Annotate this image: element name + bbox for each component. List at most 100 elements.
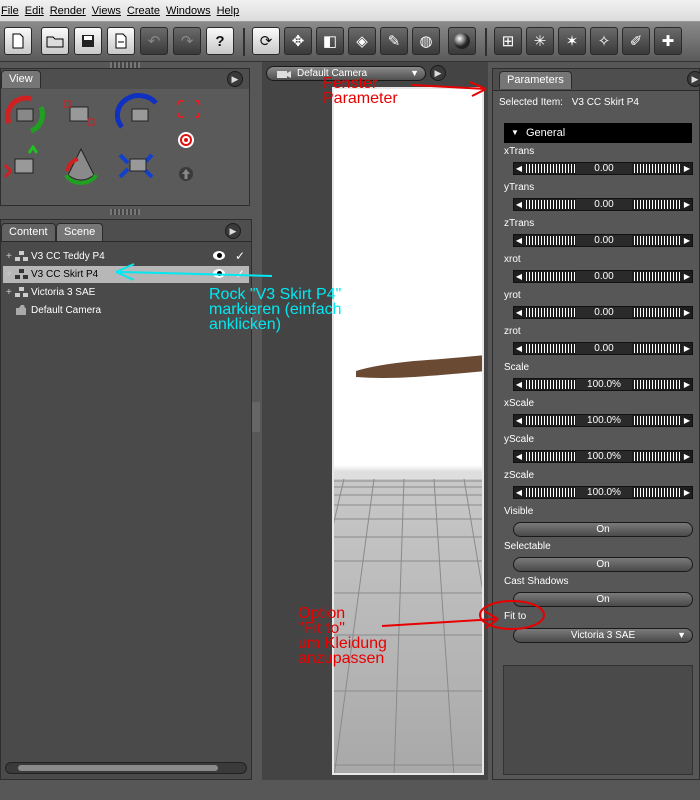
dial-right-arrow-icon[interactable]: ▶ <box>682 235 692 246</box>
add-brush-icon[interactable]: ✐ <box>622 27 650 55</box>
dial-right-arrow-icon[interactable]: ▶ <box>682 487 692 498</box>
parameter-dial[interactable]: ◀ 0.00 ▶ <box>513 234 693 247</box>
dial-value[interactable]: 0.00 <box>576 343 632 354</box>
expand-icon[interactable]: + <box>6 266 12 283</box>
dial-ticks[interactable] <box>526 236 578 245</box>
parameter-dial[interactable]: ◀ 0.00 ▶ <box>513 162 693 175</box>
dial-left-arrow-icon[interactable]: ◀ <box>514 307 524 318</box>
pan-camera-icon[interactable] <box>114 145 164 189</box>
rotate-camera-icon[interactable] <box>114 93 164 137</box>
parameter-dial[interactable]: ◀ 0.00 ▶ <box>513 198 693 211</box>
dial-left-arrow-icon[interactable]: ◀ <box>514 343 524 354</box>
panel-menu-icon[interactable]: ▶ <box>227 71 243 87</box>
dial-ticks[interactable] <box>526 344 578 353</box>
parameter-dial[interactable]: ◀ 100.0% ▶ <box>513 450 693 463</box>
group-header-general[interactable]: ▼ General <box>504 123 692 143</box>
dial-ticks[interactable] <box>634 452 680 461</box>
tab-content[interactable]: Content <box>1 223 56 241</box>
menu-edit[interactable]: Edit <box>25 5 50 17</box>
dial-left-arrow-icon[interactable]: ◀ <box>514 451 524 462</box>
dial-left-arrow-icon[interactable]: ◀ <box>514 487 524 498</box>
tree-item-selected[interactable]: + V3 CC Skirt P4 ✓ <box>3 266 249 283</box>
menu-views[interactable]: Views <box>92 5 127 17</box>
dial-left-arrow-icon[interactable]: ◀ <box>514 199 524 210</box>
help-icon[interactable]: ? <box>206 27 234 55</box>
visibility-eye-icon[interactable] <box>213 269 225 278</box>
viewport-menu-icon[interactable]: ▶ <box>430 65 446 81</box>
tab-scene[interactable]: Scene <box>56 223 104 241</box>
dial-ticks[interactable] <box>526 488 578 497</box>
dial-value[interactable]: 100.0% <box>576 487 632 498</box>
up-arrow-icon[interactable] <box>178 166 194 182</box>
move-camera-icon[interactable] <box>1 145 51 189</box>
parameter-dial[interactable]: ◀ 100.0% ▶ <box>513 378 693 391</box>
dial-value[interactable]: 0.00 <box>576 271 632 282</box>
save-icon[interactable] <box>74 27 102 55</box>
add-wand-icon[interactable]: ✧ <box>590 27 618 55</box>
dial-ticks[interactable] <box>634 344 680 353</box>
dial-ticks[interactable] <box>526 452 578 461</box>
dial-right-arrow-icon[interactable]: ▶ <box>682 307 692 318</box>
panel-grip[interactable] <box>110 209 140 215</box>
dial-right-arrow-icon[interactable]: ▶ <box>682 451 692 462</box>
panel-menu-icon[interactable]: ▶ <box>225 223 241 239</box>
tab-view[interactable]: View <box>1 70 41 88</box>
tab-parameters[interactable]: Parameters <box>499 71 572 89</box>
scrollbar-thumb[interactable] <box>18 765 218 771</box>
dial-left-arrow-icon[interactable]: ◀ <box>514 271 524 282</box>
parameter-dial[interactable]: ◀ 100.0% ▶ <box>513 414 693 427</box>
visible-toggle[interactable]: On <box>513 522 693 537</box>
dial-ticks[interactable] <box>634 236 680 245</box>
selectable-toggle[interactable]: On <box>513 557 693 572</box>
dial-left-arrow-icon[interactable]: ◀ <box>514 235 524 246</box>
dolly-camera-icon[interactable] <box>56 145 106 189</box>
dial-ticks[interactable] <box>526 164 578 173</box>
scale-tool-icon[interactable]: ◧ <box>316 27 344 55</box>
menu-render[interactable]: Render <box>50 5 92 17</box>
menu-create[interactable]: Create <box>127 5 166 17</box>
dial-ticks[interactable] <box>634 272 680 281</box>
new-document-icon[interactable] <box>4 27 32 55</box>
viewport-resize-handle[interactable] <box>252 402 260 432</box>
dial-value[interactable]: 100.0% <box>576 379 632 390</box>
dial-ticks[interactable] <box>634 488 680 497</box>
dial-ticks[interactable] <box>526 380 578 389</box>
expand-icon[interactable]: + <box>6 248 12 265</box>
dial-ticks[interactable] <box>634 416 680 425</box>
dial-ticks[interactable] <box>634 164 680 173</box>
parameter-dial[interactable]: ◀ 100.0% ▶ <box>513 486 693 499</box>
export-document-icon[interactable] <box>107 27 135 55</box>
dial-value[interactable]: 100.0% <box>576 451 632 462</box>
menu-file[interactable]: File <box>0 5 25 17</box>
undo-icon[interactable]: ↶ <box>140 27 168 55</box>
dial-value[interactable]: 0.00 <box>576 163 632 174</box>
dial-left-arrow-icon[interactable]: ◀ <box>514 163 524 174</box>
dial-right-arrow-icon[interactable]: ▶ <box>682 199 692 210</box>
checkmark-icon[interactable]: ✓ <box>235 248 245 265</box>
dial-value[interactable]: 0.00 <box>576 199 632 210</box>
dial-ticks[interactable] <box>526 416 578 425</box>
trackball-icon[interactable] <box>1 93 51 137</box>
dial-ticks[interactable] <box>526 272 578 281</box>
target-icon[interactable] <box>177 131 195 149</box>
dial-right-arrow-icon[interactable]: ▶ <box>682 343 692 354</box>
cast-shadows-toggle[interactable]: On <box>513 592 693 607</box>
dial-value[interactable]: 100.0% <box>576 415 632 426</box>
dial-right-arrow-icon[interactable]: ▶ <box>682 163 692 174</box>
open-folder-icon[interactable] <box>41 27 69 55</box>
sphere-tool-icon[interactable]: ◍ <box>412 27 440 55</box>
add-spotlight-icon[interactable]: ✶ <box>558 27 586 55</box>
tree-item[interactable]: + V3 CC Teddy P4 ✓ <box>3 248 249 265</box>
expand-icon[interactable]: + <box>6 284 12 301</box>
fit-to-dropdown[interactable]: Victoria 3 SAE ▼ <box>513 628 693 643</box>
visibility-eye-icon[interactable] <box>213 251 225 260</box>
dial-right-arrow-icon[interactable]: ▶ <box>682 379 692 390</box>
dial-ticks[interactable] <box>634 200 680 209</box>
dial-ticks[interactable] <box>634 308 680 317</box>
render-area[interactable] <box>332 87 484 775</box>
menu-windows[interactable]: Windows <box>166 5 217 17</box>
parameter-dial[interactable]: ◀ 0.00 ▶ <box>513 306 693 319</box>
dial-right-arrow-icon[interactable]: ▶ <box>682 415 692 426</box>
redo-icon[interactable]: ↷ <box>173 27 201 55</box>
document-viewport[interactable]: Default Camera ▼ ▶ <box>252 62 488 780</box>
